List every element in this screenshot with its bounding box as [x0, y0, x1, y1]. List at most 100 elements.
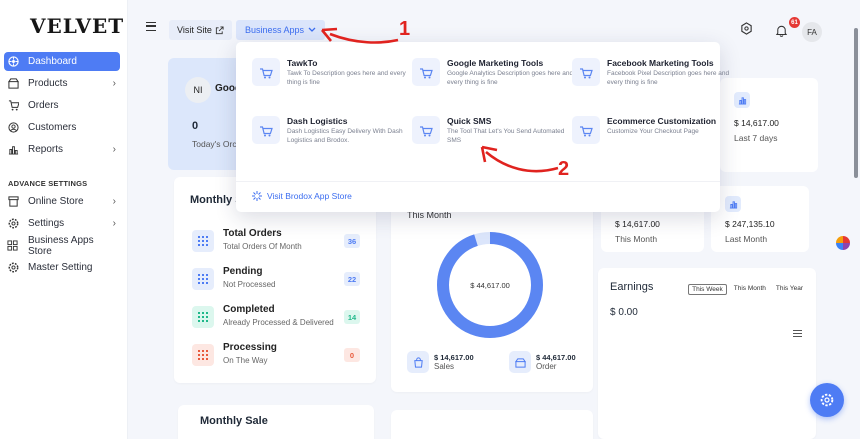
- tab-this-year[interactable]: This Year: [773, 284, 806, 295]
- sidebar-item-reports[interactable]: Reports ›: [4, 140, 120, 159]
- sidebar-item-orders[interactable]: Orders: [4, 96, 120, 115]
- avatar: NI: [185, 77, 211, 103]
- sidebar-item-business-apps-store[interactable]: Business Apps Store: [4, 234, 120, 257]
- app-icon: [572, 58, 600, 86]
- app-description: Dash Logistics Easy Delivery With Dash L…: [287, 128, 403, 144]
- sidebar-item-label: Business Apps Store: [27, 234, 94, 257]
- grid-icon: [192, 230, 214, 252]
- sales-summary: $ 14,617.00 Sales: [407, 351, 474, 373]
- app-item[interactable]: Facebook Marketing Tools Facebook Pixel D…: [572, 58, 729, 98]
- donut-value: $ 44,617.00: [470, 280, 510, 290]
- gear-icon: [6, 262, 20, 273]
- app-description: Customize Your Checkout Page: [607, 128, 699, 135]
- sidebar-item-label: Master Setting: [28, 262, 93, 273]
- app-description: Tawk To Description goes here and every …: [287, 70, 406, 86]
- store-icon: [6, 196, 20, 207]
- sidebar: VELVET Dashboard Products › Orders Custo…: [0, 0, 128, 439]
- app-name: Google Marketing Tools: [447, 58, 544, 68]
- sales-value: $ 14,617.00: [434, 353, 474, 362]
- app-name: Ecommerce Customization: [607, 116, 717, 126]
- sidebar-item-online-store[interactable]: Online Store ›: [4, 192, 120, 211]
- brand-logo[interactable]: VELVET: [30, 14, 124, 38]
- chevron-right-icon: ›: [112, 196, 116, 207]
- app-icon: [252, 58, 280, 86]
- settings-fab-button[interactable]: [810, 383, 844, 417]
- sidebar-item-customers[interactable]: Customers: [4, 118, 120, 137]
- app-item[interactable]: Google Marketing Tools Google Analytics D…: [412, 58, 573, 98]
- this-month-value: $ 14,617.00: [615, 219, 660, 229]
- sidebar-item-settings[interactable]: Settings ›: [4, 214, 120, 233]
- gear-icon: [820, 393, 834, 407]
- divider: [236, 181, 720, 182]
- status-subtitle: Total Orders Of Month: [223, 242, 302, 251]
- app-name: TawkTo: [287, 58, 318, 68]
- this-month-label: This Month: [615, 234, 658, 244]
- chart-icon: [734, 92, 750, 108]
- annotation-label-2: 2: [558, 158, 570, 180]
- app-item[interactable]: Quick SMS The Tool That Let's You Send Au…: [412, 116, 567, 156]
- app-description: The Tool That Let's You Send Automated S…: [447, 128, 565, 144]
- order-summary: $ 44,617.00 Order: [509, 351, 576, 373]
- business-apps-label: Business Apps: [245, 25, 305, 35]
- scrollbar-thumb[interactable]: [854, 28, 858, 178]
- notification-badge: 61: [789, 17, 800, 28]
- status-row: Pending Not Processed 22: [190, 265, 360, 295]
- status-count-badge: 14: [344, 310, 360, 324]
- chart-menu-icon[interactable]: [793, 330, 802, 337]
- chart-icon: [725, 196, 741, 212]
- app-description: Facebook Pixel Description goes here and…: [607, 70, 730, 86]
- earnings-value: $ 0.00: [610, 307, 638, 318]
- order-value: $ 44,617.00: [536, 353, 576, 362]
- app-icon: [412, 58, 440, 86]
- card-title: Monthly S: [190, 194, 243, 206]
- last-month-value: $ 247,135.10: [725, 219, 775, 229]
- settings-icon[interactable]: [738, 20, 754, 36]
- status-name: Total Orders: [223, 228, 282, 239]
- bell-icon[interactable]: [773, 22, 789, 38]
- app-item[interactable]: Dash Logistics Dash Logistics Easy Delive…: [252, 116, 407, 156]
- status-row: Completed Already Processed & Delivered 14: [190, 303, 360, 333]
- sidebar-item-dashboard[interactable]: Dashboard: [4, 52, 120, 71]
- user-icon: [6, 122, 20, 133]
- chevron-right-icon: ›: [112, 218, 116, 229]
- products-icon: [6, 78, 20, 89]
- app-icon: [572, 116, 600, 144]
- sidebar-item-label: Reports: [28, 144, 64, 155]
- business-apps-dropdown[interactable]: Business Apps: [236, 20, 326, 40]
- gear-icon: [6, 218, 20, 229]
- color-palette-icon[interactable]: [836, 236, 850, 250]
- app-icon: [252, 116, 280, 144]
- earnings-card: Earnings This Week This Month This Year …: [598, 268, 816, 439]
- status-row: Total Orders Total Orders Of Month 36: [190, 227, 360, 257]
- visit-app-store-link[interactable]: Visit Brodox App Store: [252, 191, 352, 201]
- last-7-days-card: $ 14,617.00 Last 7 days: [720, 78, 818, 172]
- app-item[interactable]: TawkTo Tawk To Description goes here and …: [252, 58, 407, 98]
- visit-site-button[interactable]: Visit Site: [169, 20, 232, 40]
- order-label: Order: [536, 362, 557, 371]
- sidebar-item-label: Online Store: [28, 196, 84, 207]
- chevron-right-icon: ›: [112, 144, 116, 155]
- menu-toggle-icon[interactable]: [146, 22, 156, 31]
- tab-this-month[interactable]: This Month: [731, 284, 769, 295]
- card-title: Monthly Sale: [200, 415, 268, 427]
- app-item[interactable]: Ecommerce Customization Customize Your Ch…: [572, 116, 727, 156]
- grid-icon: [192, 268, 214, 290]
- today-orders-count: 0: [192, 120, 199, 132]
- card-title: Earnings: [610, 281, 654, 293]
- annotation-label-1: 1: [399, 18, 411, 40]
- sidebar-item-master-setting[interactable]: Master Setting: [4, 258, 120, 277]
- order-icon: [509, 351, 531, 373]
- monthly-sale-card: Monthly Sale: [178, 405, 374, 439]
- business-apps-menu: TawkTo Tawk To Description goes here and …: [236, 42, 729, 212]
- sidebar-item-label: Settings: [28, 218, 65, 229]
- sidebar-item-products[interactable]: Products ›: [4, 74, 120, 93]
- status-subtitle: Not Processed: [223, 280, 276, 289]
- status-row: Processing On The Way 0: [190, 341, 360, 371]
- chevron-right-icon: ›: [112, 78, 116, 89]
- grid-icon: [192, 344, 214, 366]
- status-count-badge: 36: [344, 234, 360, 248]
- last-month-stat-card: $ 247,135.10 Last Month: [711, 186, 809, 252]
- tab-this-week[interactable]: This Week: [688, 284, 727, 295]
- status-subtitle: Already Processed & Delivered: [223, 318, 334, 327]
- user-avatar[interactable]: FA: [802, 22, 822, 42]
